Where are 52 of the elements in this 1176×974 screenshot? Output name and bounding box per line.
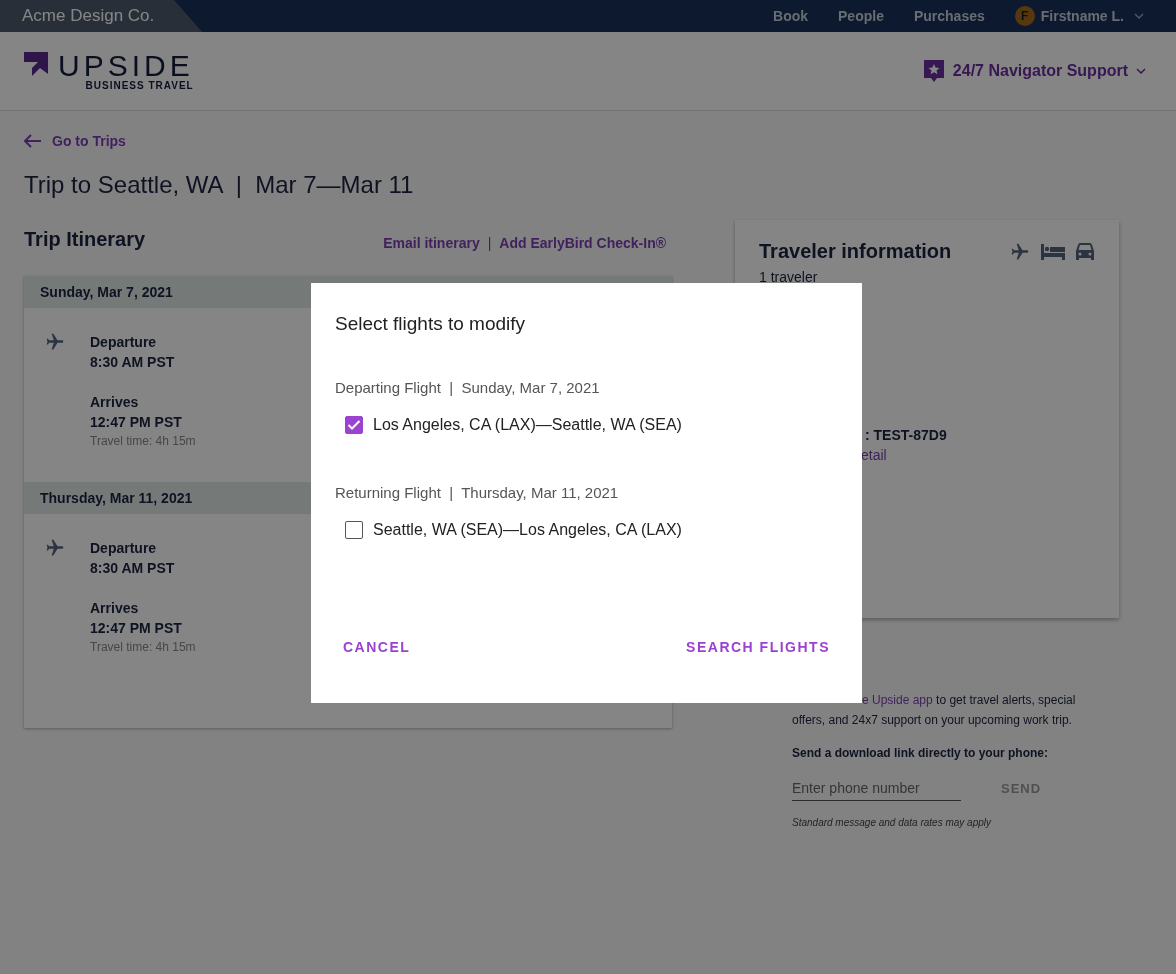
trip-title: Trip to Seattle, WA | Mar 7—Mar 11 xyxy=(24,171,415,199)
back-link[interactable]: Go to Trips xyxy=(24,133,126,149)
app-link[interactable]: e Upside app xyxy=(862,693,933,707)
checkbox[interactable] xyxy=(345,521,363,539)
bed-icon xyxy=(1041,243,1065,260)
checkbox[interactable] xyxy=(345,416,363,434)
text-link[interactable]: Email itinerary xyxy=(383,235,480,251)
departure-time: 8:30 AM PST xyxy=(90,353,176,372)
flight-label: Departing Flight | Sunday, Mar 7, 2021 xyxy=(335,379,601,396)
logo-icon xyxy=(24,51,50,76)
arrival-time: 12:47 PM PST xyxy=(90,413,183,432)
confirmation-number: : TEST-87D9 xyxy=(865,427,947,443)
arrival-label: Arrives xyxy=(90,393,140,412)
departure-time: 8:30 AM PST xyxy=(90,559,176,578)
flight-route: Seattle, WA (SEA)—Los Angeles, CA (LAX) xyxy=(373,521,682,539)
airplane-icon xyxy=(44,538,66,558)
departure-label: Departure xyxy=(90,333,158,352)
promo-text: e Upside app to get travel alerts, special offers, and 24x7 support on your upcoming work trip. xyxy=(792,692,1077,729)
send-link-prompt: Send a download link directly to your phone: xyxy=(792,746,1050,760)
nav-link[interactable]: Purchases xyxy=(913,8,985,24)
logo-tagline: BUSINESS TRAVEL xyxy=(85,79,194,91)
airplane-icon xyxy=(1009,241,1031,262)
car-icon xyxy=(1075,242,1095,261)
nav-link[interactable]: People xyxy=(838,8,884,24)
company-name: Acme Design Co. xyxy=(0,0,203,32)
text-link[interactable]: etail xyxy=(861,447,887,463)
travel-time: Travel time: 4h 15m xyxy=(90,434,196,448)
section-title: Trip Itinerary xyxy=(24,227,146,251)
airplane-icon xyxy=(44,332,66,352)
link-separator: | xyxy=(487,235,492,251)
nav-link[interactable]: Book xyxy=(773,8,808,24)
flight-label: Returning Flight | Thursday, Mar 11, 2021 xyxy=(335,484,620,501)
back-arrow-icon[interactable] xyxy=(24,134,42,148)
card-title: Traveler information xyxy=(759,240,952,263)
text-link[interactable]: Add EarlyBird Check-In® xyxy=(499,235,666,251)
caret-icon[interactable] xyxy=(1134,13,1144,19)
search-flights-button[interactable]: SEARCH FLIGHTS xyxy=(678,635,838,659)
phone-field[interactable]: Enter phone number xyxy=(792,776,961,801)
user-menu[interactable]: F Firstname L. xyxy=(1014,6,1144,26)
departure-label: Departure xyxy=(90,539,158,558)
support-menu[interactable]: 24/7 Navigator Support xyxy=(922,59,1146,83)
arrival-time: 12:47 PM PST xyxy=(90,619,183,638)
cancel-button[interactable]: CANCEL xyxy=(335,635,419,659)
flight-route: Los Angeles, CA (LAX)—Seattle, WA (SEA) xyxy=(373,416,682,434)
traveler-count: 1 traveler xyxy=(759,269,819,285)
star-badge-icon[interactable] xyxy=(922,59,945,83)
arrival-label: Arrives xyxy=(90,599,140,618)
disclaimer: Standard message and data rates may apply xyxy=(792,817,993,828)
travel-time: Travel time: 4h 15m xyxy=(90,640,196,654)
logo-name: UPSIDE xyxy=(58,51,194,80)
dialog-title: Select flights to modify xyxy=(335,313,527,335)
caret-icon[interactable] xyxy=(1136,68,1146,74)
